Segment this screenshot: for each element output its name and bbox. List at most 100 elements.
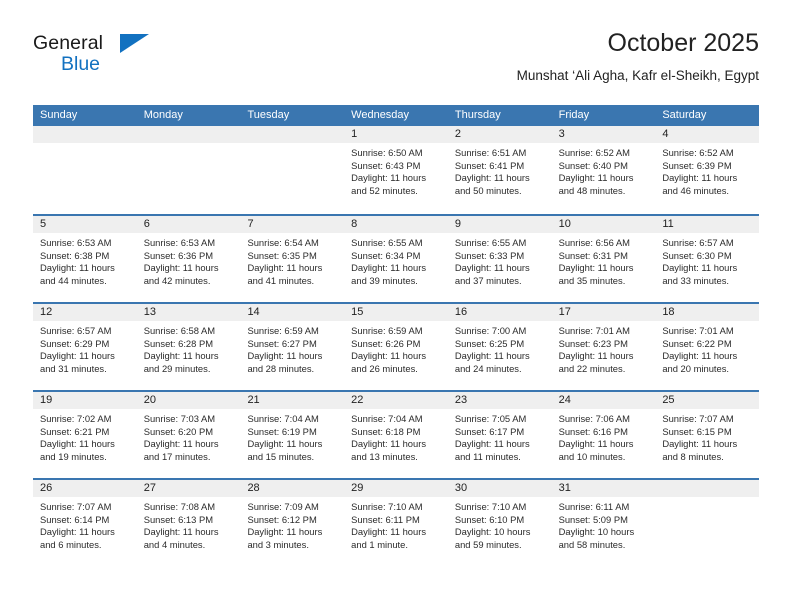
daylight-line: Daylight: 11 hours — [40, 438, 115, 450]
day-details: Sunrise: 7:05 AM Sunset: 6:17 PM Daylight:… — [448, 410, 552, 463]
daylight-line: Daylight: 11 hours — [558, 350, 634, 362]
day-details: Sunrise: 6:52 AM Sunset: 6:40 PM Daylight:… — [552, 144, 656, 197]
sunset-line: Sunset: 6:15 PM — [662, 425, 732, 437]
calendar-day-cell[interactable]: 29 Sunrise: 7:10 AM Sunset: 6:11 PM Dayligh… — [344, 480, 448, 566]
sunrise-line: Sunrise: 7:10 AM — [351, 501, 423, 512]
day-number-band: 18 — [655, 304, 760, 322]
sunset-line: Sunset: 6:36 PM — [143, 249, 214, 261]
calendar-day-cell[interactable]: 12 Sunrise: 6:57 AM Sunset: 6:29 PM Dayligh… — [33, 304, 137, 390]
calendar-day-cell[interactable]: 28 Sunrise: 7:09 AM Sunset: 6:12 PM Dayligh… — [240, 480, 345, 566]
calendar-day-cell[interactable]: 30 Sunrise: 7:10 AM Sunset: 6:10 PM Dayligh… — [447, 480, 552, 566]
daylight-line: Daylight: 11 hours — [143, 526, 219, 538]
calendar-week-row: 12 Sunrise: 6:57 AM Sunset: 6:29 PM Dayligh… — [33, 302, 760, 390]
calendar-day-cell[interactable]: 11 Sunrise: 6:57 AM Sunset: 6:30 PM Dayligh… — [655, 216, 760, 302]
calendar-day-cell[interactable]: 22 Sunrise: 7:04 AM Sunset: 6:18 PM Dayligh… — [344, 392, 448, 478]
daylight-line-cont: and 22 minutes. — [558, 362, 626, 374]
generalblue-logo[interactable]: General Blue — [33, 32, 163, 84]
day-number-band: 13 — [136, 304, 241, 322]
weekday-header-thursday: Thursday — [454, 109, 501, 121]
sunrise-line: Sunrise: 6:58 AM — [143, 325, 216, 336]
calendar-day-cell[interactable]: 1 Sunrise: 6:50 AM Sunset: 6:43 PM Daylight… — [344, 126, 448, 214]
page-subtitle: Munshat ‘Ali Agha, Kafr el-Sheikh, Egypt — [516, 68, 759, 83]
calendar-day-cell[interactable]: 3 Sunrise: 6:52 AM Sunset: 6:40 PM Daylight… — [551, 126, 656, 214]
calendar-day-cell[interactable]: 15 Sunrise: 6:59 AM Sunset: 6:26 PM Dayligh… — [344, 304, 448, 390]
day-details: Sunrise: 7:04 AM Sunset: 6:18 PM Daylight:… — [344, 410, 448, 463]
daylight-line-cont: and 44 minutes. — [40, 274, 107, 286]
daylight-line: Daylight: 11 hours — [247, 438, 323, 450]
sunset-line: Sunset: 6:18 PM — [351, 425, 421, 437]
sunrise-line: Sunrise: 6:57 AM — [40, 325, 112, 336]
sunrise-line: Sunrise: 7:08 AM — [143, 501, 216, 512]
calendar-week-row: 26 Sunrise: 7:07 AM Sunset: 6:14 PM Dayligh… — [33, 478, 760, 566]
day-number: 28 — [247, 482, 260, 494]
daylight-line-cont: and 33 minutes. — [662, 274, 730, 286]
sunrise-line: Sunrise: 7:03 AM — [143, 413, 216, 424]
calendar-day-cell[interactable]: 21 Sunrise: 7:04 AM Sunset: 6:19 PM Dayligh… — [240, 392, 345, 478]
calendar-day-cell[interactable]: 20 Sunrise: 7:03 AM Sunset: 6:20 PM Dayligh… — [136, 392, 241, 478]
day-number: 18 — [662, 306, 675, 318]
calendar-day-cell[interactable]: 10 Sunrise: 6:56 AM Sunset: 6:31 PM Dayligh… — [551, 216, 656, 302]
day-number: 4 — [662, 128, 669, 140]
calendar-day-cell[interactable]: 18 Sunrise: 7:01 AM Sunset: 6:22 PM Dayligh… — [655, 304, 760, 390]
page-title: October 2025 — [607, 29, 760, 57]
calendar-day-cell[interactable]: 6 Sunrise: 6:53 AM Sunset: 6:36 PM Daylight… — [136, 216, 241, 302]
sunrise-line: Sunrise: 6:53 AM — [40, 237, 112, 248]
calendar-day-cell[interactable]: 19 Sunrise: 7:02 AM Sunset: 6:21 PM Dayligh… — [33, 392, 137, 478]
daylight-line-cont: and 17 minutes. — [143, 450, 211, 462]
calendar-day-cell[interactable]: 24 Sunrise: 7:06 AM Sunset: 6:16 PM Dayligh… — [551, 392, 656, 478]
calendar-day-cell[interactable]: 13 Sunrise: 6:58 AM Sunset: 6:28 PM Dayligh… — [136, 304, 241, 390]
sunset-line: Sunset: 6:26 PM — [351, 337, 421, 349]
sunrise-line: Sunrise: 6:56 AM — [558, 237, 630, 248]
calendar-day-cell[interactable]: 25 Sunrise: 7:07 AM Sunset: 6:15 PM Dayligh… — [655, 392, 760, 478]
sunrise-line: Sunrise: 6:53 AM — [143, 237, 216, 248]
day-details: Sunrise: 6:59 AM Sunset: 6:26 PM Daylight:… — [344, 322, 448, 375]
calendar-day-cell[interactable]: 7 Sunrise: 6:54 AM Sunset: 6:35 PM Daylight… — [240, 216, 345, 302]
daylight-line: Daylight: 11 hours — [351, 438, 427, 450]
calendar-day-cell[interactable]: 16 Sunrise: 7:00 AM Sunset: 6:25 PM Dayligh… — [447, 304, 552, 390]
calendar-day-cell[interactable]: 31 Sunrise: 6:11 AM Sunset: 5:09 PM Dayligh… — [551, 480, 656, 566]
daylight-line-cont: and 19 minutes. — [40, 450, 107, 462]
calendar-day-cell[interactable]: 17 Sunrise: 7:01 AM Sunset: 6:23 PM Dayligh… — [551, 304, 656, 390]
day-number: 3 — [558, 128, 565, 140]
sunset-line: Sunset: 6:38 PM — [40, 249, 110, 261]
daylight-line-cont: and 8 minutes. — [662, 450, 724, 462]
calendar-day-cell[interactable]: 5 Sunrise: 6:53 AM Sunset: 6:38 PM Daylight… — [33, 216, 137, 302]
sunset-line: Sunset: 6:27 PM — [247, 337, 317, 349]
calendar-day-cell[interactable]: 8 Sunrise: 6:55 AM Sunset: 6:34 PM Daylight… — [344, 216, 448, 302]
day-number-band: 11 — [655, 216, 760, 234]
sunset-line: Sunset: 6:17 PM — [454, 425, 525, 437]
day-number: 16 — [454, 306, 468, 318]
sunrise-line: Sunrise: 6:52 AM — [662, 147, 734, 158]
calendar-page: General Blue October 2025 Munshat ‘Ali A… — [0, 0, 792, 612]
daylight-line-cont: and 59 minutes. — [454, 538, 522, 550]
calendar-day-cell[interactable]: 2 Sunrise: 6:51 AM Sunset: 6:41 PM Daylight… — [447, 126, 552, 214]
sunrise-line: Sunrise: 6:57 AM — [662, 237, 734, 248]
sunrise-line: Sunrise: 6:54 AM — [247, 237, 319, 248]
sunset-line: Sunset: 6:28 PM — [143, 337, 214, 349]
calendar-day-cell[interactable]: 26 Sunrise: 7:07 AM Sunset: 6:14 PM Dayligh… — [33, 480, 137, 566]
daylight-line: Daylight: 11 hours — [351, 262, 427, 274]
daylight-line: Daylight: 11 hours — [454, 438, 530, 450]
day-details: Sunrise: 6:54 AM Sunset: 6:35 PM Daylight:… — [240, 234, 344, 287]
calendar-day-cell[interactable]: 23 Sunrise: 7:05 AM Sunset: 6:17 PM Dayligh… — [447, 392, 552, 478]
daylight-line: Daylight: 11 hours — [143, 438, 219, 450]
daylight-line-cont: and 11 minutes. — [454, 450, 521, 462]
sunset-line: Sunset: 6:14 PM — [40, 513, 110, 525]
day-details: Sunrise: 7:01 AM Sunset: 6:22 PM Daylight:… — [655, 322, 759, 375]
daylight-line-cont: and 37 minutes. — [454, 274, 522, 286]
calendar-day-cell[interactable]: 9 Sunrise: 6:55 AM Sunset: 6:33 PM Daylight… — [447, 216, 552, 302]
daylight-line-cont: and 24 minutes. — [454, 362, 522, 374]
day-number-band: 21 — [240, 392, 345, 410]
logo-text-blue: Blue — [61, 53, 101, 75]
calendar-day-cell[interactable]: 14 Sunrise: 6:59 AM Sunset: 6:27 PM Dayligh… — [240, 304, 345, 390]
sunrise-line: Sunrise: 7:07 AM — [662, 413, 734, 424]
sunset-line: Sunset: 6:21 PM — [40, 425, 110, 437]
sunrise-line: Sunrise: 6:50 AM — [351, 147, 423, 158]
daylight-line: Daylight: 11 hours — [558, 262, 634, 274]
day-details: Sunrise: 6:53 AM Sunset: 6:38 PM Daylight:… — [33, 234, 137, 287]
day-number: 29 — [351, 482, 364, 494]
calendar-day-cell[interactable]: 27 Sunrise: 7:08 AM Sunset: 6:13 PM Dayligh… — [136, 480, 241, 566]
daylight-line-cont: and 13 minutes. — [351, 450, 418, 462]
day-number: 19 — [40, 394, 53, 406]
calendar-day-cell[interactable]: 4 Sunrise: 6:52 AM Sunset: 6:39 PM Daylight… — [655, 126, 760, 214]
